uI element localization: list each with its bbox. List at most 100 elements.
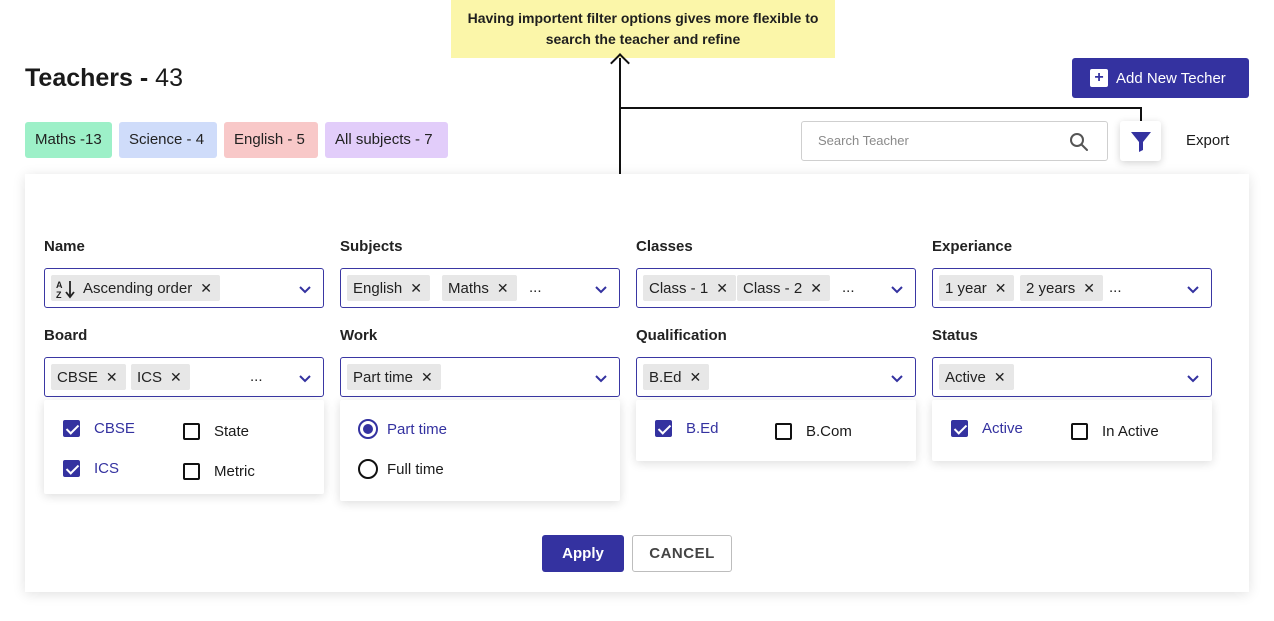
radio-icon[interactable] xyxy=(358,459,378,479)
option-label: B.Com xyxy=(806,423,852,440)
annotation-arrow-drop xyxy=(1140,107,1142,121)
subject-tab-english[interactable]: English - 5 xyxy=(224,122,318,158)
subject-tab-science[interactable]: Science - 4 xyxy=(119,122,217,158)
status-option-inactive[interactable]: In Active xyxy=(1071,423,1159,440)
status-chip-active: Active ✕ xyxy=(939,364,1014,390)
filter-label-experience: Experiance xyxy=(932,238,1013,255)
checkbox-icon[interactable] xyxy=(183,423,200,440)
chip-label: 2 years xyxy=(1026,280,1076,297)
remove-chip-icon[interactable]: ✕ xyxy=(995,280,1007,296)
classes-chip-1: Class - 1 ✕ xyxy=(643,275,736,301)
board-option-cbse[interactable]: CBSE xyxy=(63,420,135,437)
option-label: State xyxy=(214,423,250,440)
chevron-down-icon[interactable] xyxy=(889,281,905,297)
remove-chip-icon[interactable]: ✕ xyxy=(170,369,182,385)
checkbox-icon[interactable] xyxy=(183,463,200,480)
svg-text:Z: Z xyxy=(56,290,62,299)
filter-label-name: Name xyxy=(44,238,85,255)
work-select[interactable]: Part time ✕ xyxy=(340,357,620,397)
search-icon[interactable] xyxy=(1069,132,1089,152)
filter-label-board: Board xyxy=(44,327,88,344)
remove-chip-icon[interactable]: ✕ xyxy=(810,280,822,296)
chevron-down-icon[interactable] xyxy=(1185,281,1201,297)
chevron-down-icon[interactable] xyxy=(593,370,609,386)
remove-chip-icon[interactable]: ✕ xyxy=(410,280,422,296)
chip-label: Part time xyxy=(353,369,414,386)
sort-ascending-icon: A Z xyxy=(56,280,75,300)
experience-more: ... xyxy=(1109,279,1122,296)
option-label: Metric xyxy=(214,463,255,480)
plus-icon: + xyxy=(1090,69,1108,87)
checkbox-checked-icon[interactable] xyxy=(63,420,80,437)
option-label: B.Ed xyxy=(686,420,719,437)
chevron-down-icon[interactable] xyxy=(593,281,609,297)
remove-chip-icon[interactable]: ✕ xyxy=(421,369,433,385)
status-select[interactable]: Active ✕ xyxy=(932,357,1212,397)
checkbox-icon[interactable] xyxy=(775,423,792,440)
option-label: CBSE xyxy=(94,420,135,437)
checkbox-icon[interactable] xyxy=(1071,423,1088,440)
checkbox-checked-icon[interactable] xyxy=(655,420,672,437)
filter-label-classes: Classes xyxy=(636,238,693,255)
search-box xyxy=(801,121,1108,161)
search-input[interactable] xyxy=(818,133,1048,148)
svg-text:A: A xyxy=(56,280,63,290)
radio-selected-icon[interactable] xyxy=(358,419,378,439)
filter-button[interactable] xyxy=(1120,121,1161,161)
export-link[interactable]: Export xyxy=(1186,132,1229,149)
subject-tab-maths[interactable]: Maths -13 xyxy=(25,122,112,158)
work-chip-part-time: Part time ✕ xyxy=(347,364,441,390)
filter-label-qualification: Qualification xyxy=(636,327,727,344)
status-option-active[interactable]: Active xyxy=(951,420,1023,437)
chevron-down-icon[interactable] xyxy=(889,370,905,386)
page-title: Teachers - 43 xyxy=(25,62,183,94)
chevron-down-icon[interactable] xyxy=(297,370,313,386)
qualification-select[interactable]: B.Ed ✕ xyxy=(636,357,916,397)
classes-chip-2: Class - 2 ✕ xyxy=(737,275,830,301)
chip-label: 1 year xyxy=(945,280,987,297)
qualification-option-bcom[interactable]: B.Com xyxy=(775,423,852,440)
remove-chip-icon[interactable]: ✕ xyxy=(497,280,509,296)
experience-select[interactable]: 1 year ✕ 2 years ✕ ... xyxy=(932,268,1212,308)
checkbox-checked-icon[interactable] xyxy=(63,460,80,477)
remove-chip-icon[interactable]: ✕ xyxy=(690,369,702,385)
chip-label: Class - 2 xyxy=(743,280,803,297)
checkbox-checked-icon[interactable] xyxy=(951,420,968,437)
chevron-down-icon[interactable] xyxy=(1185,370,1201,386)
subject-tab-all[interactable]: All subjects - 7 xyxy=(325,122,448,158)
board-option-state[interactable]: State xyxy=(183,423,249,440)
chip-label: Active xyxy=(945,369,986,386)
annotation-note: Having importent filter options gives mo… xyxy=(451,0,835,58)
classes-select[interactable]: Class - 1 ✕ Class - 2 ✕ ... xyxy=(636,268,916,308)
chip-label: CBSE xyxy=(57,369,98,386)
board-option-ics[interactable]: ICS xyxy=(63,460,119,477)
board-option-metric[interactable]: Metric xyxy=(183,463,255,480)
work-option-part-time[interactable]: Part time xyxy=(358,419,447,439)
status-dropdown: Active In Active xyxy=(932,400,1212,461)
remove-chip-icon[interactable]: ✕ xyxy=(200,280,212,296)
work-dropdown: Part time Full time xyxy=(340,400,620,501)
board-chip-ics: ICS ✕ xyxy=(131,364,190,390)
annotation-note-line2: search the teacher and refine xyxy=(545,31,741,47)
option-label: Full time xyxy=(387,460,444,478)
chevron-down-icon[interactable] xyxy=(297,281,313,297)
cancel-button[interactable]: CANCEL xyxy=(632,535,732,572)
remove-chip-icon[interactable]: ✕ xyxy=(106,369,118,385)
experience-chip-2: 2 years ✕ xyxy=(1020,275,1103,301)
board-select[interactable]: CBSE ✕ ICS ✕ ... xyxy=(44,357,324,397)
apply-button[interactable]: Apply xyxy=(542,535,624,572)
filter-label-work: Work xyxy=(340,327,378,344)
remove-chip-icon[interactable]: ✕ xyxy=(716,280,728,296)
name-select[interactable]: A Z Ascending order ✕ xyxy=(44,268,324,308)
add-new-teacher-button[interactable]: + Add New Techer xyxy=(1072,58,1249,98)
remove-chip-icon[interactable]: ✕ xyxy=(1083,280,1095,296)
chip-label: B.Ed xyxy=(649,369,682,386)
subjects-select[interactable]: English ✕ Maths ✕ ... xyxy=(340,268,620,308)
name-chip-label: Ascending order xyxy=(83,280,193,297)
classes-more: ... xyxy=(842,279,855,296)
remove-chip-icon[interactable]: ✕ xyxy=(994,369,1006,385)
work-option-full-time[interactable]: Full time xyxy=(358,459,444,479)
qualification-chip-bed: B.Ed ✕ xyxy=(643,364,710,390)
qualification-option-bed[interactable]: B.Ed xyxy=(655,420,719,437)
board-more: ... xyxy=(250,368,263,385)
